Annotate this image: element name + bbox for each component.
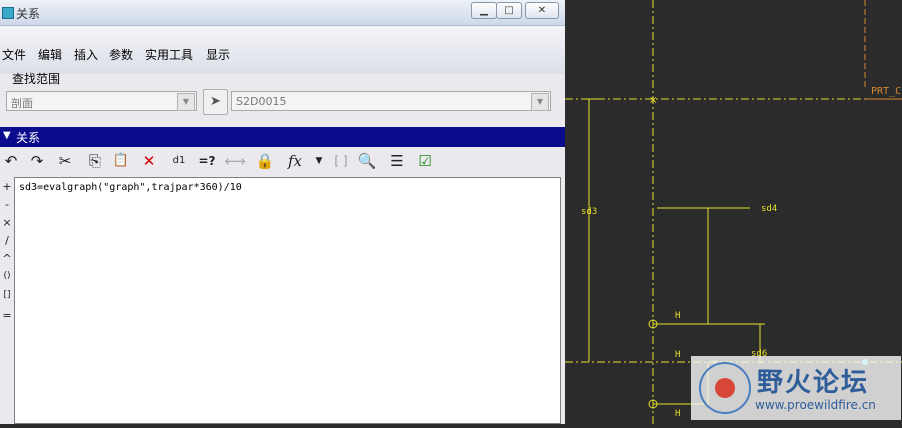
watermark: 野火论坛 www.proewildfire.cn	[691, 356, 901, 420]
operator-divide[interactable]: /	[0, 234, 14, 247]
operator-power[interactable]: ^	[0, 252, 14, 265]
title-bar: 关系 ▁ □ ✕	[0, 0, 565, 26]
menu-insert[interactable]: 插入	[74, 46, 98, 63]
chevron-down-icon[interactable]: ▼	[531, 93, 549, 111]
operator-parentheses[interactable]: ()	[0, 271, 14, 281]
menu-display[interactable]: 显示	[206, 46, 230, 63]
window-title: 关系	[16, 7, 41, 21]
function-icon[interactable]: fx	[284, 150, 306, 172]
close-button[interactable]: ✕	[525, 2, 559, 19]
target-value: S2D0015	[236, 95, 287, 108]
app-icon	[2, 7, 14, 19]
relations-toolbar: ↶ ↷ ✂ ⎘ 📋 ✕ d1 =? ⟷ 🔒 fx ▼ [ ] 🔍 ☰ ☑	[0, 149, 565, 175]
operator-multiply[interactable]: ×	[0, 216, 14, 229]
horizontal-constraint: H	[675, 409, 680, 419]
watermark-url: www.proewildfire.cn	[755, 398, 876, 412]
origin-cross: ×	[649, 95, 657, 106]
relations-editor[interactable]: sd3=evalgraph("graph",trajpar*360)/10	[14, 177, 561, 424]
menu-file[interactable]: 文件	[2, 46, 26, 63]
watermark-logo-icon	[699, 362, 751, 414]
dimension-icon: ⟷	[224, 152, 246, 170]
checkbox-icon[interactable]: ☑	[414, 150, 436, 172]
relations-section-header[interactable]: ▼ 关系	[0, 127, 565, 147]
watermark-name: 野火论坛	[757, 368, 870, 398]
cursor-arrow-icon: ➤	[210, 94, 221, 109]
delete-icon[interactable]: ✕	[138, 150, 160, 172]
search-scope-label: 查找范围	[12, 72, 61, 86]
target-combo[interactable]: S2D0015 ▼	[231, 91, 551, 111]
scope-combo[interactable]: 剖面 ▼	[6, 91, 197, 111]
menu-parameters[interactable]: 参数	[109, 46, 133, 63]
menu-edit[interactable]: 编辑	[38, 46, 62, 63]
scope-value: 剖面	[11, 97, 33, 110]
operator-brackets[interactable]: []	[0, 290, 14, 300]
menu-utilities[interactable]: 实用工具	[145, 46, 193, 63]
redo-icon[interactable]: ↷	[26, 150, 48, 172]
maximize-button[interactable]: □	[496, 2, 522, 19]
cut-icon[interactable]: ✂	[54, 150, 76, 172]
chevron-down-icon[interactable]: ▼	[177, 93, 195, 111]
brackets-icon[interactable]: [ ]	[330, 150, 352, 172]
sd4-label: sd4	[761, 204, 777, 214]
verify-icon[interactable]: 🔍	[356, 150, 378, 172]
pick-arrow-button[interactable]: ➤	[203, 89, 228, 115]
undo-icon[interactable]: ↶	[0, 150, 22, 172]
lock-icon[interactable]: 🔒	[254, 150, 276, 172]
section-title: 关系	[16, 131, 41, 145]
relation-line: sd3=evalgraph("graph",trajpar*360)/10	[19, 182, 242, 193]
paste-icon[interactable]: 📋	[110, 150, 132, 172]
menu-bar: 文件 编辑 插入 参数 实用工具 显示	[0, 26, 565, 74]
units-sensitivity-icon[interactable]: d1	[168, 150, 190, 172]
sort-relations-icon[interactable]: ☰	[386, 150, 408, 172]
operator-minus[interactable]: -	[0, 198, 14, 211]
sd3-label: sd3	[581, 207, 597, 217]
chevron-down-icon[interactable]: ▼	[308, 150, 330, 172]
horizontal-constraint: H	[675, 350, 680, 360]
horizontal-constraint: H	[675, 311, 680, 321]
datum-label: PRT_C	[871, 86, 901, 97]
relations-dialog: 关系 ▁ □ ✕ 文件 编辑 插入 参数 实用工具 显示 查找范围 剖面 ▼ ➤…	[0, 0, 565, 424]
operator-plus[interactable]: +	[0, 180, 14, 193]
evaluate-icon[interactable]: =?	[196, 150, 218, 172]
operator-equals[interactable]: =	[0, 309, 14, 322]
collapse-triangle-icon: ▼	[3, 130, 11, 141]
copy-icon[interactable]: ⎘	[84, 150, 106, 172]
minimize-button[interactable]: ▁	[471, 2, 497, 19]
